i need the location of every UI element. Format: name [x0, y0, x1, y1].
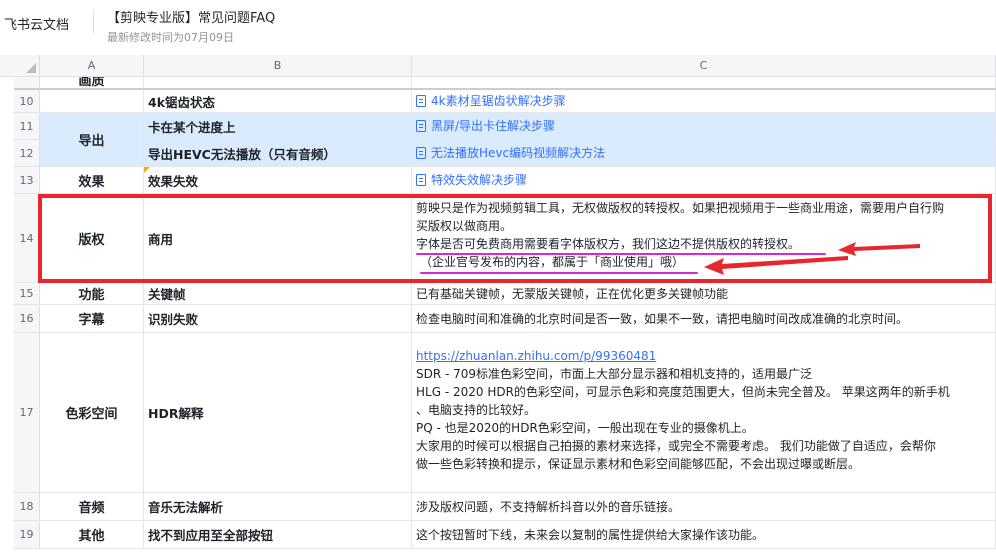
issue-cell[interactable]: HDR解释	[144, 333, 412, 493]
category-cell[interactable]	[40, 90, 144, 113]
issue-cell[interactable]: 卡在某个进度上	[144, 113, 412, 140]
issue-cell[interactable]: 关键帧	[144, 283, 412, 305]
spreadsheet-grid: A B C 画质 10 4k锯齿状态 4k素材呈锯齿状解决步骤 11 12 导出…	[0, 55, 996, 554]
document-icon	[416, 174, 426, 186]
row-number[interactable]: 11	[14, 113, 40, 140]
category-cell[interactable]: 功能	[40, 283, 144, 305]
doc-link[interactable]: 黑屏/导出卡住解决步骤	[416, 117, 555, 135]
row-number[interactable]: 14	[14, 194, 40, 283]
cell-text-line: 做一些色彩转换和提示，保证显示素材和色彩空间能够匹配，不会出现过曝或断层。	[416, 457, 861, 471]
category-cell[interactable]: 导出	[40, 113, 144, 167]
zhihu-link[interactable]: https://zhuanlan.zhihu.com/p/99360481	[416, 347, 991, 365]
column-header-b[interactable]: B	[144, 55, 412, 77]
select-all-corner[interactable]	[0, 55, 40, 77]
row-number[interactable]: 13	[14, 167, 40, 194]
solution-cell[interactable]: 黑屏/导出卡住解决步骤	[412, 113, 996, 140]
row-number[interactable]: 10	[14, 90, 40, 113]
solution-cell[interactable]: 这个按钮暂时下线，未来会以复制的属性提供给大家操作该功能。	[412, 521, 996, 549]
solution-cell[interactable]: 无法播放Hevc编码视频解决方法	[412, 140, 996, 167]
cell-text-line: HLG - 2020 HDR的色彩空间，可显示色彩和亮度范围更大，但尚未完全普及…	[416, 385, 950, 399]
doc-link[interactable]: 4k素材呈锯齿状解决步骤	[416, 92, 566, 110]
annotation-arrow-icon	[704, 256, 848, 275]
row-number[interactable]: 17	[14, 333, 40, 493]
cell-text-line: PQ - 也是2020的HDR色彩空间，一般出现在专业的摄像机上。	[416, 421, 754, 435]
row-number[interactable]: 16	[14, 305, 40, 333]
issue-cell[interactable]: 4k锯齿状态	[144, 90, 412, 113]
category-cell[interactable]: 色彩空间	[40, 333, 144, 493]
cell-text-line: SDR - 709标准色彩空间，市面上大部分显示器和相机支持的，适用最广泛	[416, 367, 813, 381]
document-icon	[416, 95, 426, 107]
issue-cell[interactable]: 导出HEVC无法播放（只有音频）	[144, 140, 412, 167]
cell-text-line: 剪映只是作为视频剪辑工具，无权做版权的转授权。如果把视频用于一些商业用途，需要用…	[416, 201, 945, 215]
row-number[interactable]: 18	[14, 493, 40, 521]
document-icon	[416, 147, 426, 159]
document-title[interactable]: 【剪映专业版】常见问题FAQ	[107, 7, 275, 26]
category-cell[interactable]: 效果	[40, 167, 144, 194]
cell-text-line: 买版权以做商用。	[416, 219, 513, 233]
doc-link[interactable]: 无法播放Hevc编码视频解决方法	[416, 144, 605, 162]
header-divider	[93, 10, 94, 34]
category-cell[interactable]: 音频	[40, 493, 144, 521]
issue-cell[interactable]: 音乐无法解析	[144, 493, 412, 521]
column-header-a[interactable]: A	[40, 55, 144, 77]
issue-cell[interactable]: 商用	[144, 194, 412, 283]
document-icon	[416, 120, 426, 132]
issue-cell[interactable]: 找不到应用至全部按钮	[144, 521, 412, 549]
doc-link[interactable]: 特效失效解决步骤	[416, 171, 527, 189]
issue-cell[interactable]: 效果失效	[144, 167, 412, 194]
category-cell[interactable]: 版权	[40, 194, 144, 283]
solution-cell[interactable]: 特效失效解决步骤	[412, 167, 996, 194]
annotation-underline	[420, 272, 698, 274]
solution-cell[interactable]: 已有基础关键帧，无蒙版关键帧，正在优化更多关键帧功能	[412, 283, 996, 305]
row-number[interactable]: 15	[14, 283, 40, 305]
row-number[interactable]: 19	[14, 521, 40, 549]
solution-cell[interactable]: 检查电脑时间和准确的北京时间是否一致，如果不一致，请把电脑时间改成准确的北京时间…	[412, 305, 996, 333]
issue-cell[interactable]: 识别失败	[144, 305, 412, 333]
cell-text-line: 、电脑支持的比较好。	[416, 403, 537, 417]
last-modified-text: 最新修改时间为07月09日	[107, 31, 234, 44]
solution-cell[interactable]: https://zhuanlan.zhihu.com/p/99360481 SD…	[412, 333, 996, 493]
category-cell[interactable]: 字幕	[40, 305, 144, 333]
brand-name[interactable]: 飞书云文档	[4, 14, 69, 33]
cell-text-line: 大家用的时候可以根据自己拍摄的素材来选择，或完全不需要考虑。 我们功能做了自适应…	[416, 439, 936, 453]
solution-cell[interactable]: 4k素材呈锯齿状解决步骤	[412, 90, 996, 113]
column-header-c[interactable]: C	[412, 55, 996, 77]
category-cell[interactable]: 其他	[40, 521, 144, 549]
row-number[interactable]: 12	[14, 140, 40, 167]
solution-cell[interactable]: 涉及版权问题，不支持解析抖音以外的音乐链接。	[412, 493, 996, 521]
top-bar: 飞书云文档 【剪映专业版】常见问题FAQ 最新修改时间为07月09日	[0, 0, 996, 55]
